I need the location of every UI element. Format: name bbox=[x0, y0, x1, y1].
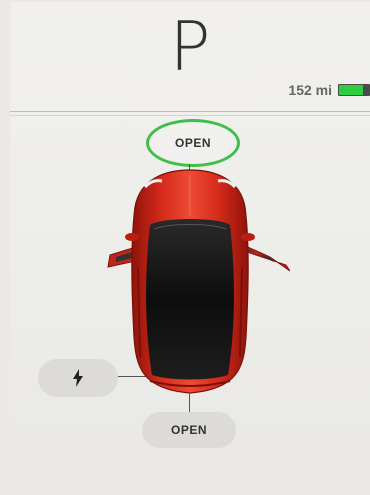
frunk-open-button[interactable]: OPEN bbox=[146, 119, 240, 167]
left-mirror bbox=[125, 233, 139, 241]
gear-indicator: P bbox=[169, 8, 211, 87]
trunk-open-label: OPEN bbox=[170, 423, 207, 437]
glass-roof bbox=[146, 219, 234, 380]
divider bbox=[10, 111, 370, 112]
trunk-open-button[interactable]: OPEN bbox=[142, 412, 236, 448]
battery-icon bbox=[338, 84, 370, 96]
battery-fill bbox=[339, 85, 363, 95]
lightning-bolt-icon bbox=[73, 369, 83, 387]
vehicle-screen: P 152 mi OPEN OPEN bbox=[10, 2, 370, 492]
range-display: 152 mi bbox=[288, 82, 370, 98]
right-mirror bbox=[241, 233, 255, 241]
divider bbox=[10, 115, 370, 116]
car-top-view bbox=[107, 169, 290, 394]
frunk-open-label: OPEN bbox=[174, 136, 211, 150]
trunk-connector-line bbox=[189, 392, 190, 412]
range-text: 152 mi bbox=[288, 82, 332, 98]
